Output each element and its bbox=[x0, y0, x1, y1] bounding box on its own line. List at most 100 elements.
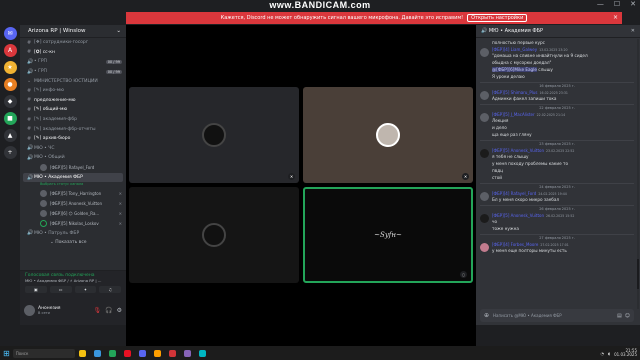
discord-taskbar-icon[interactable] bbox=[138, 349, 146, 357]
speaking-participant-tile[interactable]: ~Ѕyfн~ ◌ bbox=[303, 187, 473, 283]
close-icon[interactable]: ✕ bbox=[631, 28, 635, 34]
avatar[interactable] bbox=[480, 48, 489, 57]
chat-message: [ФБР][5] J_MacAlister 22.02.2025 21:14 Лек… bbox=[480, 112, 634, 131]
avatar[interactable] bbox=[480, 113, 489, 122]
camera-button[interactable]: ▣ bbox=[25, 286, 47, 293]
wifi-icon[interactable]: ◔ bbox=[600, 351, 604, 356]
voice-user[interactable]: [ФБР][6] 😊 Golden_Ra... ✕ bbox=[20, 208, 126, 218]
mute-mic-icon[interactable]: 🎙 bbox=[94, 307, 102, 314]
clock[interactable]: 21:55 01.03.2025 bbox=[614, 348, 637, 358]
hashtag-icon: # bbox=[27, 87, 32, 94]
message-author[interactable]: [ФБР][5] Anonesk_Vuitton bbox=[492, 213, 544, 218]
voice-user-name: [ФБР][5] Tony_Harrington bbox=[50, 190, 102, 196]
avatar[interactable] bbox=[24, 305, 35, 316]
app-icon[interactable] bbox=[183, 349, 191, 357]
avatar bbox=[40, 189, 47, 197]
soundboard-button[interactable]: ♫ bbox=[99, 286, 121, 293]
hashtag-icon: # bbox=[27, 135, 32, 142]
channel-item[interactable]: # [✎] архив-бюро bbox=[20, 134, 126, 144]
participant-tile[interactable]: ✕ bbox=[303, 87, 473, 183]
voice-user[interactable]: [ФБР][5] Nikolas_Loskov ✕ bbox=[20, 218, 126, 228]
gear-icon[interactable]: ⚙ bbox=[117, 307, 122, 314]
channel-item[interactable]: # [✪] cc-кн bbox=[20, 48, 126, 58]
category-header[interactable]: ⌄ МИНИСТЕРСТВО ЮСТИЦИИ bbox=[20, 76, 126, 86]
participant-tile[interactable] bbox=[129, 187, 299, 283]
voice-user[interactable]: [ФБР][5] Tony_Harrington ✕ bbox=[20, 188, 126, 198]
channel-item[interactable]: # [❖] сотрудники-госорг bbox=[20, 38, 126, 48]
channel-item[interactable]: # [✎] академия-фбр-отчеты bbox=[20, 124, 126, 134]
chat-message: [ФБР][4] Liam_Galwey 13.02.2025 23:20 "дом… bbox=[480, 47, 634, 73]
stage-controls-area bbox=[126, 325, 476, 346]
voice-channel[interactable]: 🔊 МЮ • Патруль ФБР bbox=[20, 228, 126, 238]
server-icon[interactable]: A bbox=[3, 44, 17, 57]
guild-header[interactable]: Arizona RP | Winslow ⌄ bbox=[20, 25, 126, 38]
app-icon[interactable] bbox=[123, 349, 131, 357]
server-icon[interactable]: ■ bbox=[3, 112, 17, 125]
gif-icon[interactable]: ▤ bbox=[617, 313, 622, 319]
avatar[interactable] bbox=[480, 214, 489, 223]
voice-user[interactable]: [ФБР][5] Anonesk_Vuitton ✕ bbox=[20, 198, 126, 208]
hashtag-icon: # bbox=[27, 116, 32, 123]
maximize-button[interactable]: ☐ bbox=[614, 0, 620, 8]
muted-mic-icon: ✕ bbox=[118, 220, 122, 226]
channel-item[interactable]: 🔊 МЮ • ЧС bbox=[20, 144, 126, 154]
app-icon[interactable] bbox=[198, 349, 206, 357]
channel-item[interactable]: 🔊 • ГРП 00 / 99 bbox=[20, 67, 126, 77]
channel-item[interactable]: # [✎] общий-мю bbox=[20, 105, 126, 115]
server-icon[interactable]: ★ bbox=[3, 61, 17, 74]
windows-start-icon[interactable]: ⊞ bbox=[3, 349, 10, 358]
avatar bbox=[376, 123, 400, 147]
app-icon[interactable] bbox=[108, 349, 116, 357]
app-window: www.BANDICAM.com — ☐ ✕ Кажется, Discord … bbox=[0, 0, 640, 360]
explorer-icon[interactable] bbox=[78, 349, 86, 357]
volume-icon[interactable]: ◖ bbox=[608, 351, 610, 356]
user-mention[interactable]: @[ФБР][6]Mike Eagle bbox=[492, 67, 537, 72]
close-icon[interactable]: × bbox=[613, 14, 618, 21]
open-settings-button[interactable]: Открыть настройки bbox=[467, 14, 528, 22]
server-icon[interactable]: ▲ bbox=[3, 129, 17, 142]
message-continuation: полностью первые курс bbox=[492, 40, 545, 45]
voice-channel-path[interactable]: МЮ • Академия ФБР / ⚡ Arizona RP | ... bbox=[25, 278, 121, 283]
message-text: чо bbox=[492, 219, 498, 224]
add-server-icon[interactable]: + bbox=[3, 146, 17, 159]
app-icon[interactable] bbox=[153, 349, 161, 357]
voice-user[interactable]: [ФБР][5] Rafayel_Ford bbox=[20, 163, 126, 173]
avatar[interactable] bbox=[480, 91, 489, 100]
activity-button[interactable]: ✦ bbox=[74, 286, 97, 293]
active-voice-channel[interactable]: 🔊 МЮ • Академия ФБР bbox=[23, 172, 123, 183]
deafen-icon[interactable]: 🎧 bbox=[105, 307, 112, 314]
server-rail: ✉ A ★ ● ◆ ■ ▲ + bbox=[0, 25, 20, 325]
emoji-icon[interactable]: ☺ bbox=[625, 313, 630, 319]
avatar[interactable] bbox=[480, 192, 489, 201]
muted-mic-icon: ✕ bbox=[462, 173, 469, 180]
avatar[interactable] bbox=[480, 149, 489, 158]
server-icon[interactable]: ● bbox=[3, 78, 17, 91]
message-timestamp: 22.02.2025 21:14 bbox=[536, 113, 566, 117]
edge-icon[interactable] bbox=[93, 349, 101, 357]
video-stage: ✕ ✕ ~Ѕyfн~ ◌ bbox=[126, 25, 476, 325]
yandex-icon[interactable] bbox=[168, 349, 176, 357]
minimize-button[interactable]: — bbox=[597, 0, 604, 8]
scrollbar[interactable] bbox=[637, 39, 639, 309]
avatar[interactable] bbox=[480, 243, 489, 252]
show-all-button[interactable]: ⌄ Показать все bbox=[20, 238, 126, 248]
participant-tile[interactable]: ✕ bbox=[129, 87, 299, 183]
screen-share-button[interactable]: ▭ bbox=[49, 286, 72, 293]
close-window-button[interactable]: ✕ bbox=[630, 0, 636, 8]
date-divider: 26 февраля 2025 г. bbox=[480, 205, 634, 212]
server-icon[interactable]: ◆ bbox=[3, 95, 17, 108]
muted-mic-icon: ✕ bbox=[118, 210, 122, 216]
channel-item[interactable]: 🔊 МЮ • Общий bbox=[20, 153, 126, 163]
channel-item[interactable]: # предложение-мю bbox=[20, 96, 126, 106]
channel-item[interactable]: # [✎] академия-фбр bbox=[20, 115, 126, 125]
message-continuation: стой bbox=[492, 175, 503, 180]
attach-icon[interactable]: ⊕ bbox=[484, 312, 489, 319]
taskbar-search[interactable]: Поиск bbox=[12, 348, 75, 358]
channel-label: МЮ • Патруль ФБР bbox=[34, 230, 80, 236]
voice-connection-panel: Голосовая связь подключена МЮ • Академия… bbox=[20, 270, 126, 296]
discord-home-icon[interactable]: ✉ bbox=[3, 27, 17, 40]
channel-item[interactable]: # [✎] инфо-мю bbox=[20, 86, 126, 96]
channel-item[interactable]: 🔊 • ГРП 00 / 99 bbox=[20, 57, 126, 67]
message-input[interactable]: ⊕ Написать @МЮ • Академия ФБР ▤ ☺ bbox=[480, 309, 634, 322]
voice-chat-panel: 🔊 МЮ • Академия ФБР ✕ полностью первые к… bbox=[476, 25, 640, 325]
